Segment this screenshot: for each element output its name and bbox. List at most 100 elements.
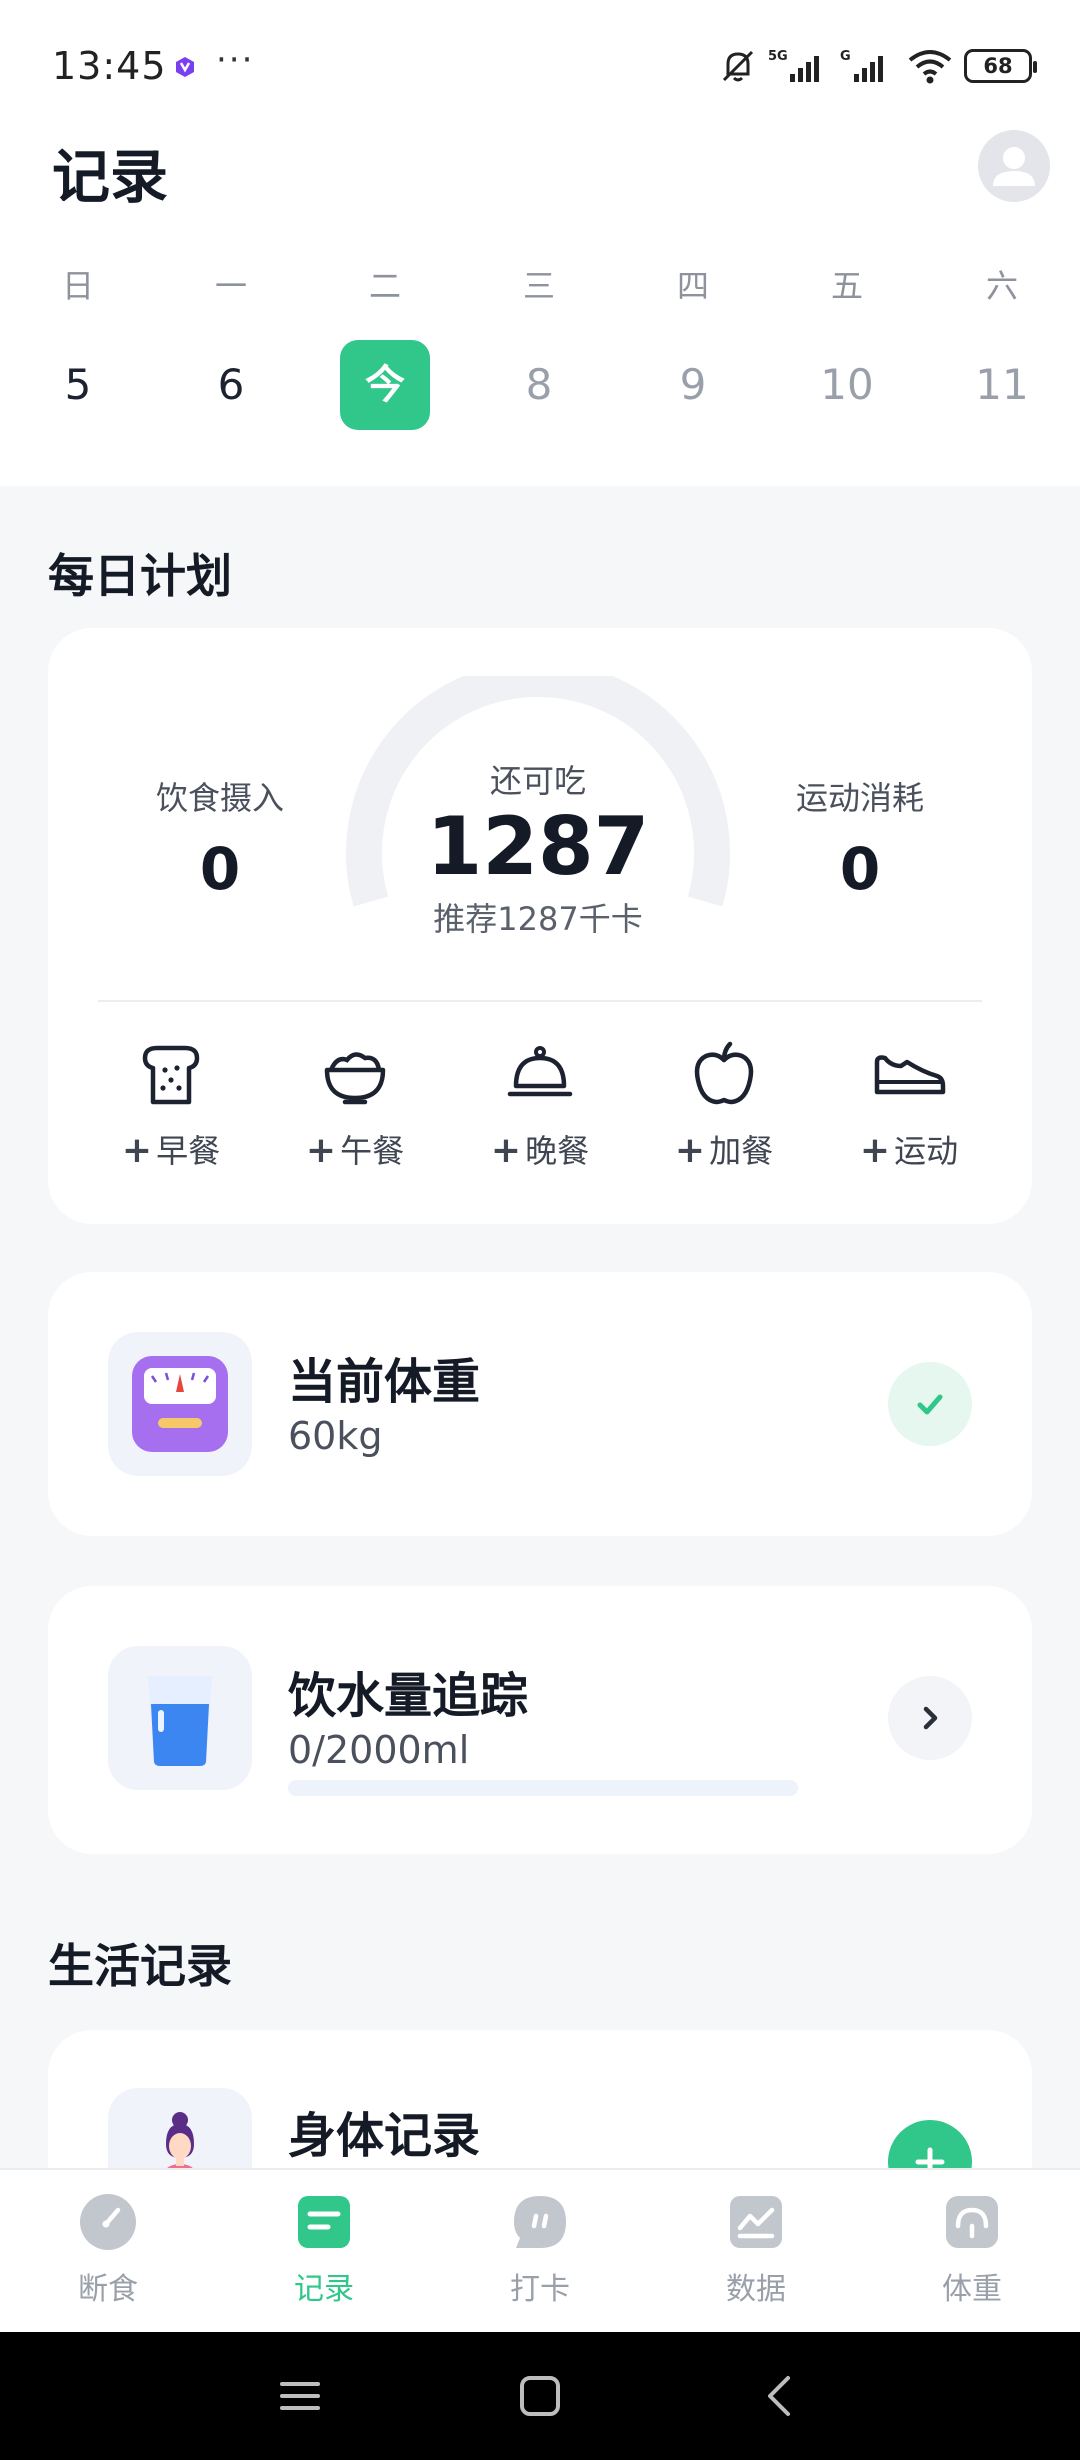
- burn-stat[interactable]: 运动消耗 0: [750, 773, 970, 903]
- intake-value: 0: [199, 835, 241, 903]
- sneaker-icon: [874, 1055, 946, 1095]
- mute-bell-icon: [722, 50, 754, 82]
- calendar-day[interactable]: 三 8: [479, 258, 599, 430]
- person-silhouette: [993, 147, 1035, 186]
- snack-label: + 加餐: [632, 1126, 816, 1172]
- weekday-label: 五: [830, 267, 863, 305]
- tab-label: 断食: [78, 2272, 138, 2307]
- plus-icon: +: [305, 1130, 337, 1171]
- action-text: 运动: [894, 1132, 959, 1170]
- daily-plan-card: 饮食摄入 0 还可吃 1287 推荐1287千卡 运动消耗 0 + 早餐 + 午餐: [48, 628, 1032, 1224]
- daily-plan-title: 每日计划: [48, 549, 232, 603]
- recommended-calories: 推荐1287千卡: [433, 900, 643, 938]
- week-calendar: 日 5 一 6 二 今 三 8 四 9 五 10 六 11: [0, 258, 1080, 438]
- burn-value: 0: [839, 835, 881, 903]
- life-record-title: 生活记录: [48, 1939, 232, 1993]
- note-icon: [298, 2196, 350, 2248]
- app-notification-icon: [176, 57, 194, 77]
- add-dinner-button[interactable]: + 晚餐: [448, 1036, 632, 1186]
- calendar-day[interactable]: 一 6: [171, 258, 291, 430]
- action-text: 午餐: [340, 1132, 405, 1170]
- tab-data[interactable]: 数据: [648, 2192, 864, 2308]
- date-number: 11: [975, 360, 1029, 409]
- tab-fasting[interactable]: 断食: [0, 2192, 216, 2308]
- bottom-tab-bar: 断食 记录 打卡 数据 体重: [0, 2168, 1080, 2332]
- apple-icon: [694, 1041, 754, 1105]
- weight-tile: [108, 1332, 252, 1476]
- network-type-label: G: [840, 49, 851, 64]
- tab-label: 数据: [726, 2272, 786, 2307]
- water-title: 饮水量追踪: [288, 1668, 529, 1724]
- home-icon[interactable]: [516, 2372, 564, 2420]
- water-tile: [108, 1646, 252, 1790]
- calendar-day[interactable]: 五 10: [787, 258, 907, 430]
- intake-label: 饮食摄入: [155, 779, 284, 817]
- bowl-icon: [324, 1052, 386, 1105]
- water-value: 0/2000ml: [288, 1728, 470, 1772]
- back-icon[interactable]: [756, 2372, 804, 2420]
- status-right-icons: 5G G 68: [718, 44, 1037, 88]
- plus-icon: +: [859, 1130, 891, 1171]
- signal-icon: G: [840, 49, 883, 82]
- check-icon: [917, 1394, 943, 1415]
- action-text: 加餐: [709, 1132, 774, 1170]
- toast-icon: [142, 1045, 200, 1105]
- water-detail-button[interactable]: [888, 1676, 972, 1760]
- weight-value: 60kg: [288, 1414, 383, 1458]
- status-more-dots: ···: [216, 40, 255, 80]
- add-exercise-button[interactable]: + 运动: [817, 1036, 1001, 1186]
- add-lunch-button[interactable]: + 午餐: [263, 1036, 447, 1186]
- calendar-day[interactable]: 六 11: [942, 258, 1062, 430]
- weekday-label: 一: [214, 267, 247, 305]
- date-number: 5: [64, 360, 92, 409]
- chat-bubble-icon: [514, 2196, 566, 2248]
- scale-icon: [946, 2196, 998, 2248]
- plus-icon: +: [490, 1130, 522, 1171]
- add-snack-button[interactable]: + 加餐: [632, 1036, 816, 1186]
- status-bar: 13:45 ··· 5G G 68: [0, 0, 1080, 130]
- weekday-label: 二: [368, 267, 401, 305]
- weight-title: 当前体重: [288, 1354, 481, 1410]
- intake-stat[interactable]: 饮食摄入 0: [110, 773, 330, 903]
- tab-label: 记录: [294, 2272, 354, 2307]
- user-avatar-icon[interactable]: [978, 130, 1050, 202]
- calendar-day[interactable]: 日 5: [18, 258, 138, 430]
- lunch-label: + 午餐: [263, 1126, 447, 1172]
- cloche-icon: [507, 1046, 573, 1097]
- body-record-title: 身体记录: [288, 2108, 481, 2164]
- tab-checkin[interactable]: 打卡: [432, 2192, 648, 2308]
- status-time: 13:45: [52, 44, 167, 88]
- water-card[interactable]: 饮水量追踪 0/2000ml: [48, 1586, 1032, 1854]
- water-progress-bar: [288, 1780, 798, 1796]
- network-type-label: 5G: [768, 49, 788, 64]
- today-badge: 今: [340, 340, 430, 430]
- menu-icon[interactable]: [276, 2372, 324, 2420]
- burn-label: 运动消耗: [795, 779, 924, 817]
- weekday-label: 日: [61, 267, 94, 305]
- tab-weight[interactable]: 体重: [864, 2192, 1080, 2308]
- breakfast-label: + 早餐: [79, 1126, 263, 1172]
- scale-icon: [132, 1356, 228, 1452]
- trend-chart-icon: [730, 2196, 782, 2248]
- tab-label: 打卡: [510, 2272, 570, 2307]
- calendar-day-today[interactable]: 二 今: [325, 258, 445, 430]
- weight-check-button[interactable]: [888, 1362, 972, 1446]
- date-number: 6: [217, 360, 245, 409]
- gauge-icon: [80, 2194, 136, 2250]
- date-number: 10: [820, 360, 874, 409]
- chevron-right-icon: [923, 1706, 938, 1730]
- wifi-icon: [908, 50, 952, 84]
- weekday-label: 三: [522, 267, 555, 305]
- tab-label: 体重: [942, 2272, 1002, 2307]
- plus-icon: +: [121, 1130, 153, 1171]
- weight-card[interactable]: 当前体重 60kg: [48, 1272, 1032, 1536]
- tab-record[interactable]: 记录: [216, 2192, 432, 2308]
- add-breakfast-button[interactable]: + 早餐: [79, 1036, 263, 1186]
- meal-actions: + 早餐 + 午餐 + 晚餐 + 加餐 + 运动: [48, 1036, 1032, 1186]
- calendar-day[interactable]: 四 9: [633, 258, 753, 430]
- weekday-label: 六: [985, 267, 1018, 305]
- date-number: 9: [679, 360, 707, 409]
- date-number: 8: [525, 360, 553, 409]
- plus-icon: +: [674, 1130, 706, 1171]
- weekday-label: 四: [676, 267, 709, 305]
